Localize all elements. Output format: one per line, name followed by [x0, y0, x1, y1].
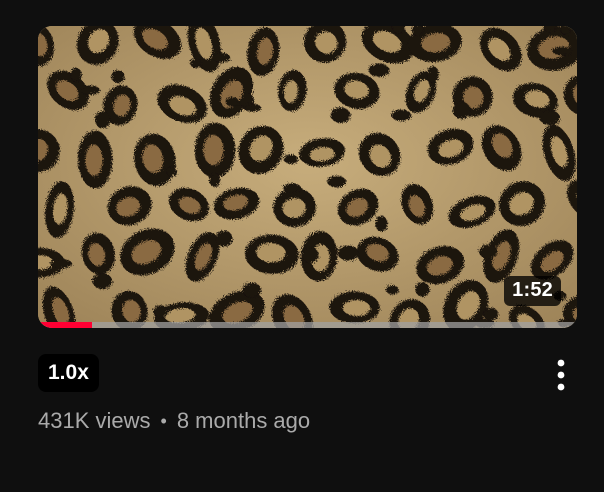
video-card[interactable]: 1:52 1.0x 431K views • 8 months ago	[0, 0, 604, 492]
watch-progress-bar	[38, 322, 577, 328]
watch-progress-fill	[38, 322, 92, 328]
upload-age: 8 months ago	[176, 408, 311, 433]
playback-speed-badge: 1.0x	[38, 354, 99, 392]
video-duration: 1:52	[504, 276, 561, 306]
more-options-button[interactable]	[546, 356, 576, 394]
video-thumbnail[interactable]: 1:52	[38, 26, 577, 328]
video-metadata: 431K views • 8 months ago	[38, 408, 310, 434]
leopard-print-image	[38, 26, 577, 328]
view-count: 431K views	[38, 408, 151, 433]
meta-separator: •	[160, 410, 167, 431]
vertical-ellipsis-icon	[557, 359, 565, 391]
